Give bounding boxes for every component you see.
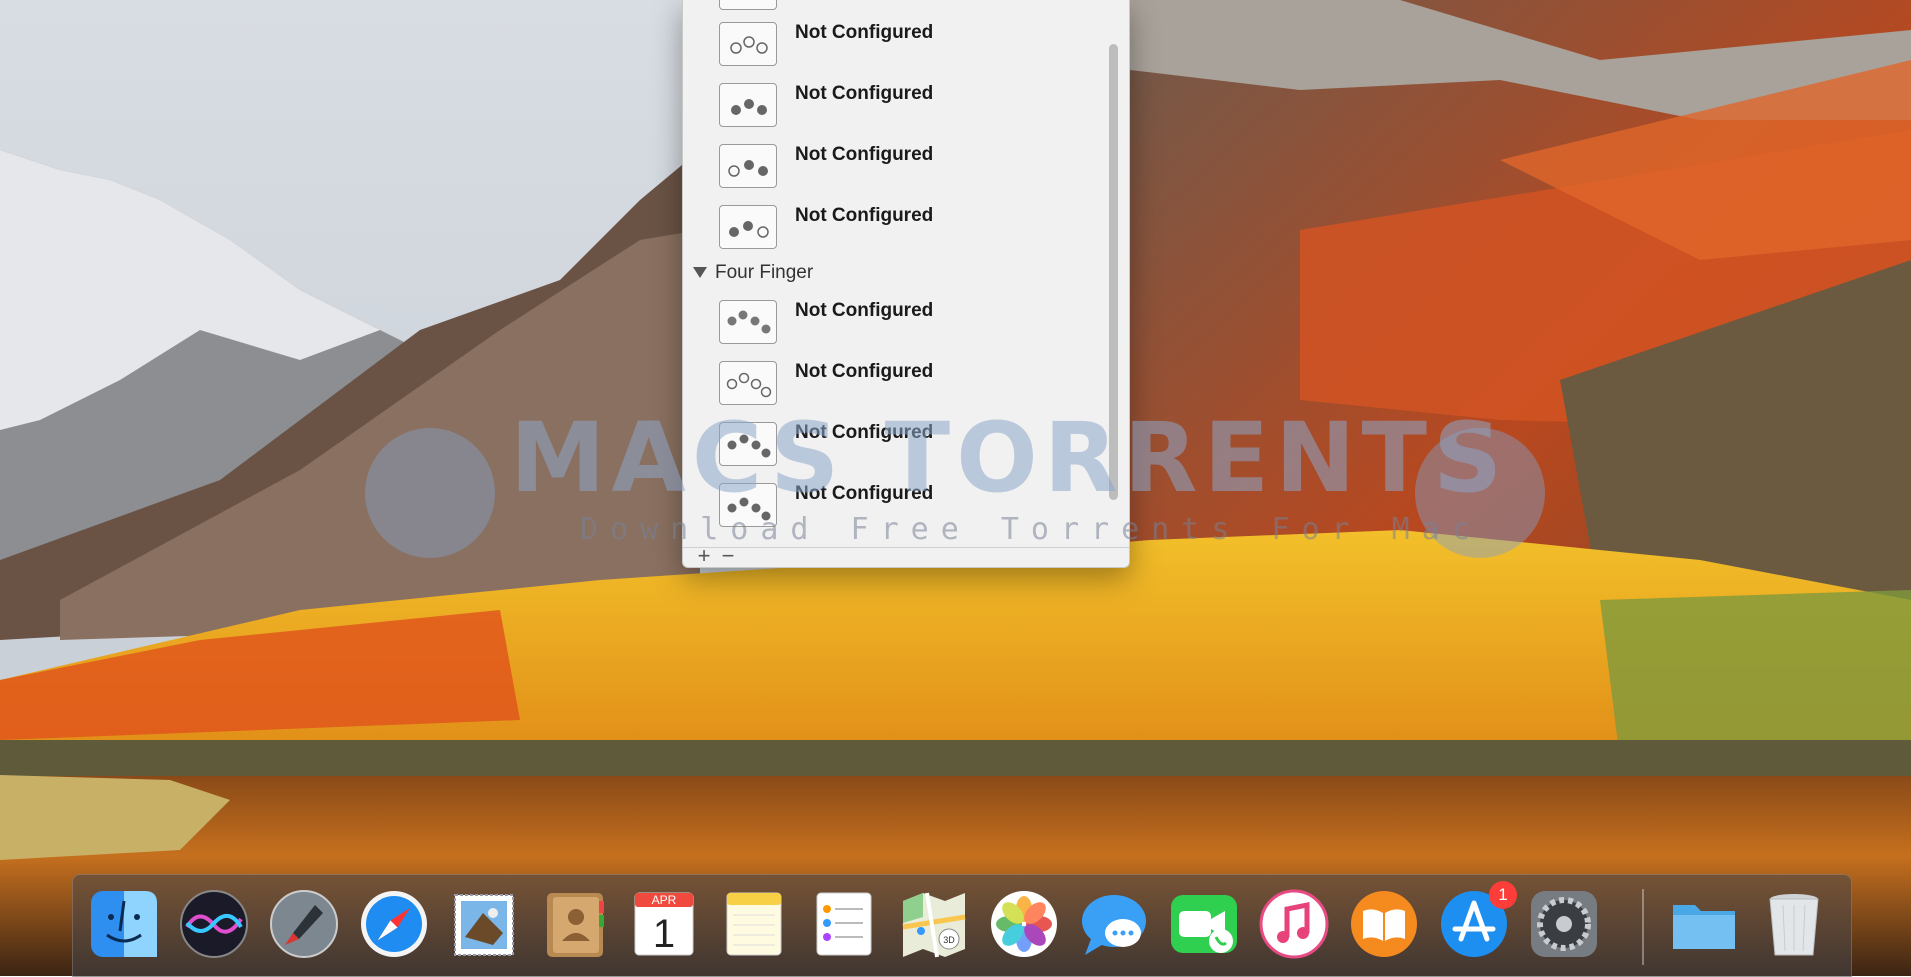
calendar-icon[interactable]: APR 1 — [627, 887, 701, 961]
photos-icon[interactable] — [987, 887, 1061, 961]
calendar-month: APR — [652, 893, 677, 907]
gesture-row-label: Not Configured — [795, 422, 934, 443]
gesture-row[interactable]: Not Configured — [719, 300, 1099, 358]
gesture-list-panel: Not Configured Not Configured Not Config… — [682, 0, 1130, 568]
gesture-row-label: Not Configured — [795, 361, 934, 382]
siri-icon[interactable] — [177, 887, 251, 961]
section-title: Four Finger — [715, 262, 814, 283]
disclosure-triangle-icon[interactable] — [693, 267, 707, 279]
gesture-icon — [719, 0, 777, 10]
gesture-row[interactable]: Not Configured — [719, 483, 1099, 535]
messages-icon[interactable] — [1077, 887, 1151, 961]
gesture-row-label: Not Configured — [795, 205, 934, 226]
contacts-icon[interactable] — [537, 887, 611, 961]
finder-icon[interactable] — [87, 887, 161, 961]
gesture-row[interactable]: Not Configured — [719, 361, 1099, 419]
three-finger-open-dots-icon — [719, 22, 777, 66]
gesture-list: Not Configured Not Configured Not Config… — [683, 0, 1103, 535]
three-finger-swipe-right-icon — [719, 144, 777, 188]
gesture-row[interactable]: Not Configured — [719, 144, 1099, 202]
dock: APR 1 3D 1 — [72, 874, 1852, 977]
section-four-finger[interactable]: Four Finger — [693, 262, 813, 286]
three-finger-swipe-left-icon — [719, 205, 777, 249]
svg-text:3D: 3D — [943, 935, 955, 945]
app-store-icon[interactable]: 1 — [1437, 881, 1517, 961]
downloads-folder-icon[interactable] — [1667, 887, 1741, 961]
gesture-row-label: Not Configured — [795, 144, 934, 165]
gesture-row-label: Not Configured — [795, 22, 934, 43]
dock-separator — [1642, 889, 1644, 965]
add-button[interactable]: + — [693, 543, 715, 567]
gesture-row-label: Not Configured — [795, 300, 934, 321]
trash-icon[interactable] — [1757, 887, 1831, 961]
three-finger-tap-icon — [719, 83, 777, 127]
launchpad-icon[interactable] — [267, 887, 341, 961]
gesture-row[interactable]: Not Configured — [719, 22, 1099, 80]
itunes-icon[interactable] — [1257, 887, 1331, 961]
gesture-row[interactable]: Not Configured — [719, 83, 1099, 141]
four-finger-open-dots-icon — [719, 361, 777, 405]
gesture-row[interactable]: Not Configured — [719, 205, 1099, 263]
gesture-row-label: Not Configured — [795, 83, 934, 104]
calendar-day: 1 — [653, 912, 675, 956]
safari-icon[interactable] — [357, 887, 431, 961]
notes-icon[interactable] — [717, 887, 791, 961]
facetime-icon[interactable] — [1167, 887, 1241, 961]
mail-icon[interactable] — [447, 887, 521, 961]
four-finger-pinch-icon — [719, 483, 777, 527]
four-finger-tap-icon — [719, 300, 777, 344]
system-preferences-icon[interactable] — [1527, 887, 1601, 961]
remove-button[interactable]: − — [717, 543, 739, 567]
footer-divider — [683, 547, 1129, 548]
vertical-scrollbar[interactable] — [1109, 44, 1118, 500]
gesture-row[interactable] — [719, 0, 1099, 24]
gesture-row[interactable]: Not Configured — [719, 422, 1099, 480]
maps-icon[interactable]: 3D — [897, 887, 971, 961]
gesture-row-label: Not Configured — [795, 483, 934, 504]
panel-footer: + − — [683, 543, 1129, 567]
notification-badge: 1 — [1489, 881, 1517, 909]
four-finger-swipe-icon — [719, 422, 777, 466]
ibooks-icon[interactable] — [1347, 887, 1421, 961]
reminders-icon[interactable] — [807, 887, 881, 961]
